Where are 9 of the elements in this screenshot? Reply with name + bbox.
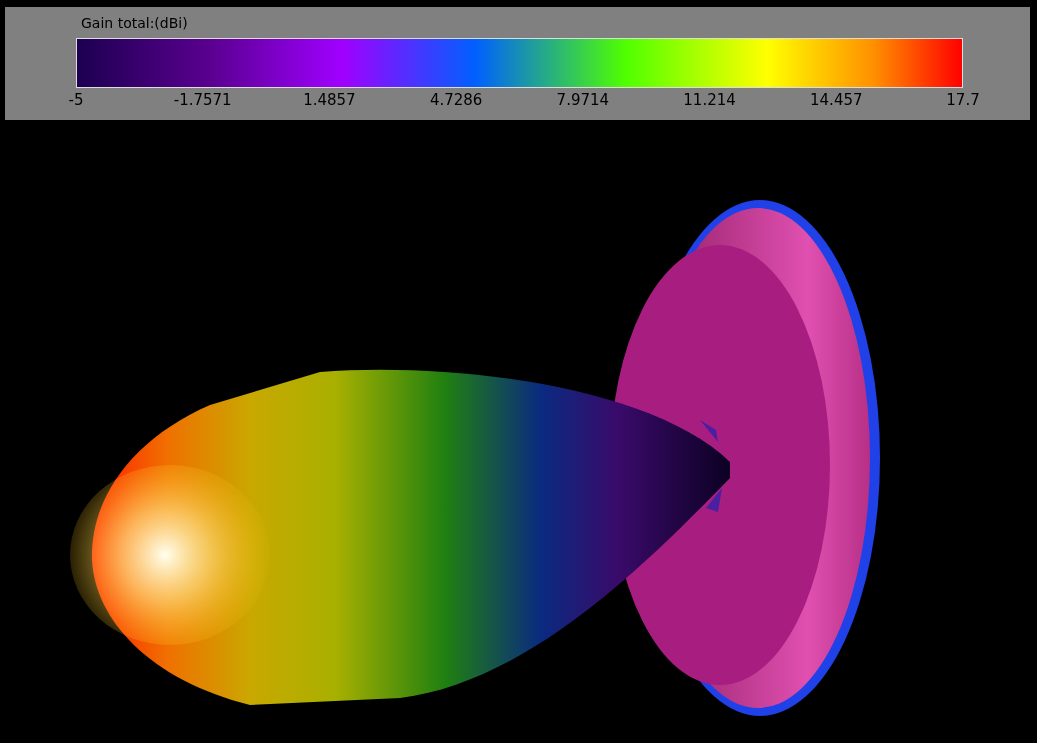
scale-label: 7.9714 <box>556 91 610 109</box>
scale-label: 17.7 <box>946 91 980 109</box>
scale-label: 14.457 <box>810 91 863 109</box>
legend-title: Gain total:(dBi) <box>81 15 188 31</box>
scale-label: -5 <box>68 91 84 109</box>
scale-label: 11.214 <box>683 91 736 109</box>
scale-label: 1.4857 <box>303 91 356 109</box>
scale-label: 4.7286 <box>429 91 483 109</box>
scale-label: -1.7571 <box>173 91 232 109</box>
